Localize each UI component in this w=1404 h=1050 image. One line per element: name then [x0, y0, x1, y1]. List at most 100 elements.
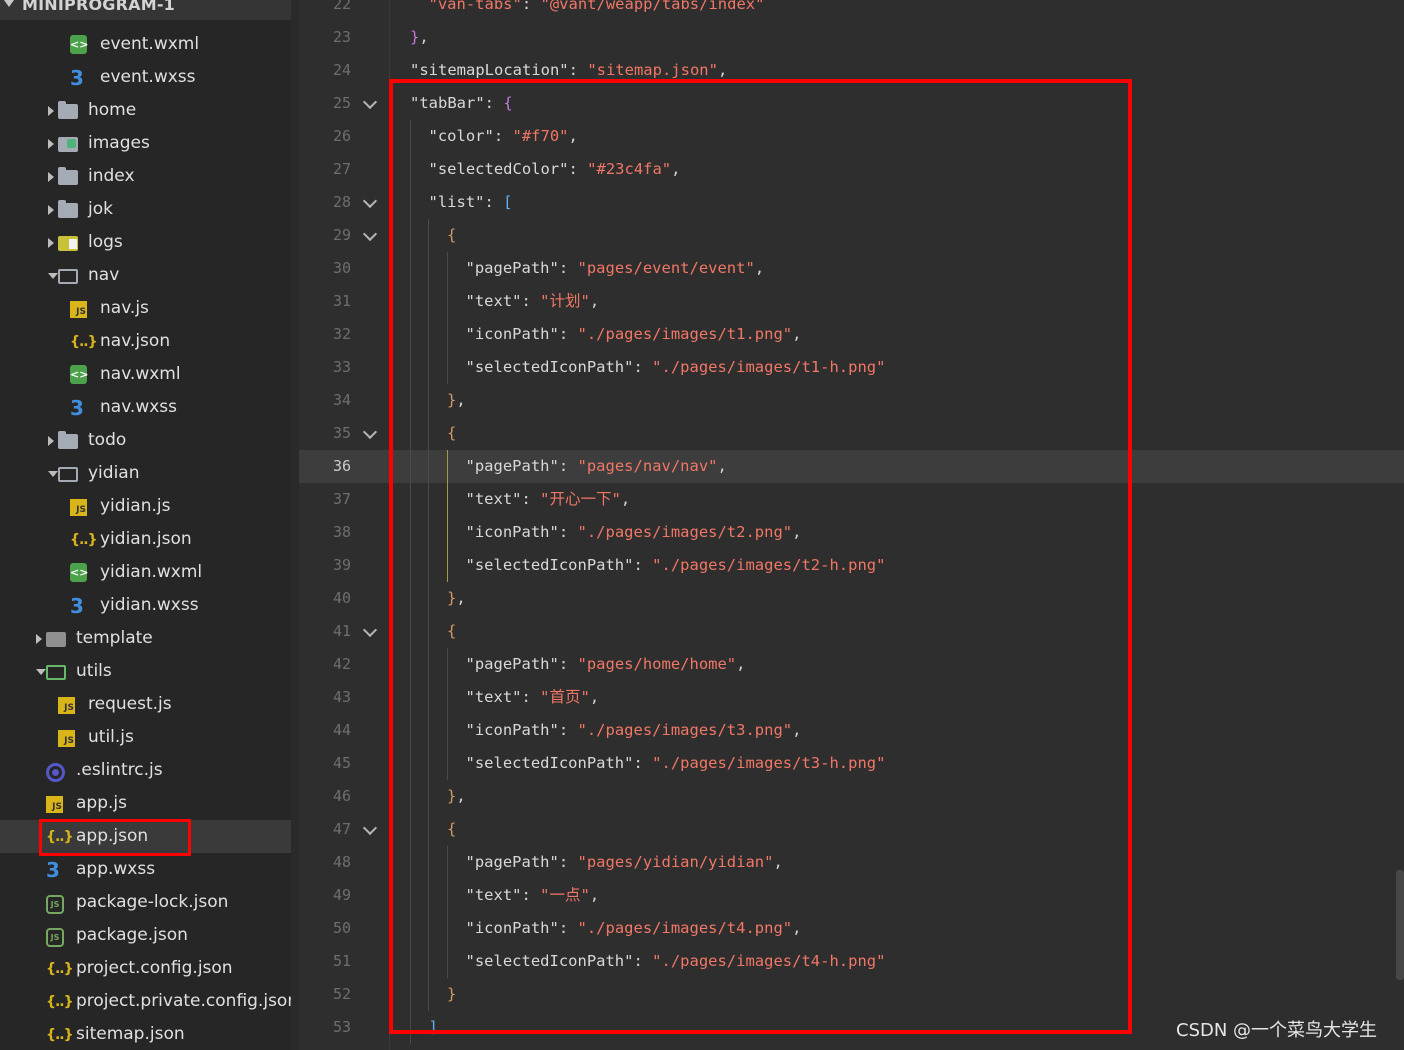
line-number: 45	[332, 754, 351, 772]
wxss-file-icon: 3	[70, 66, 84, 90]
tree-item-app-wxss[interactable]: 3 app.wxss	[0, 853, 291, 886]
chevron-right-icon[interactable]	[48, 139, 54, 149]
tree-item-label: images	[88, 133, 150, 153]
tree-item-label: template	[76, 628, 153, 648]
tree-item-label: event.wxss	[100, 67, 196, 87]
line-number: 27	[332, 160, 351, 178]
panel-divider[interactable]	[291, 0, 299, 1050]
line-number: 35	[332, 424, 351, 442]
line-number: 30	[332, 259, 351, 277]
tree-item-nav-wxss[interactable]: 3 nav.wxss	[0, 391, 291, 424]
chevron-down-icon[interactable]	[48, 273, 58, 279]
tree-item-label: jok	[88, 199, 113, 219]
code-token: "sitemap.json"	[587, 61, 718, 79]
tree-item-project-config-json[interactable]: {..} project.config.json	[0, 952, 291, 985]
tree-item-yidian-js[interactable]: JS yidian.js	[0, 490, 291, 523]
tree-item-util-js[interactable]: JS util.js	[0, 721, 291, 754]
folder-open-icon	[58, 467, 78, 482]
fold-chevron-icon[interactable]	[362, 193, 378, 209]
wxml-file-icon: <>	[70, 35, 88, 54]
logs-folder-icon	[58, 236, 78, 251]
tree-item-package-json[interactable]: JS package.json	[0, 919, 291, 952]
tree-item-nav[interactable]: nav	[0, 259, 291, 292]
line-number: 44	[332, 721, 351, 739]
tree-item-request-js[interactable]: JS request.js	[0, 688, 291, 721]
chevron-down-icon[interactable]	[48, 471, 58, 477]
line-number: 50	[332, 919, 351, 937]
wxml-file-icon: <>	[70, 365, 88, 384]
tree-item-label: .eslintrc.js	[76, 760, 163, 780]
file-explorer-sidebar: MINIPROGRAM-1 <> event.wxml 3 event.wxss hom…	[0, 0, 291, 1050]
tree-item-label: util.js	[88, 727, 134, 747]
tree-item-app-js[interactable]: JS app.js	[0, 787, 291, 820]
tree-item-label: yidian.wxml	[100, 562, 203, 582]
tree-item-yidian[interactable]: yidian	[0, 457, 291, 490]
code-token: ,	[419, 28, 429, 46]
tree-item-jok[interactable]: jok	[0, 193, 291, 226]
tree-item-nav-json[interactable]: {..} nav.json	[0, 325, 291, 358]
tree-item-label: logs	[88, 232, 123, 252]
tree-item-utils[interactable]: utils	[0, 655, 291, 688]
image-folder-icon	[58, 137, 78, 152]
chevron-down-icon[interactable]	[36, 669, 46, 675]
folder-icon	[58, 200, 78, 218]
folder-icon	[58, 167, 78, 185]
fold-chevron-icon[interactable]	[362, 94, 378, 110]
tree-item-event-wxss[interactable]: 3 event.wxss	[0, 61, 291, 94]
tree-item-sitemap-json[interactable]: {..} sitemap.json	[0, 1018, 291, 1050]
chevron-right-icon[interactable]	[48, 238, 54, 248]
line-number: 49	[332, 886, 351, 904]
tree-item-home[interactable]: home	[0, 94, 291, 127]
tree-item-nav-wxml[interactable]: <> nav.wxml	[0, 358, 291, 391]
json-file-icon: {..}	[46, 961, 74, 977]
tree-item-label: yidian.wxss	[100, 595, 199, 615]
tree-item-label: todo	[88, 430, 127, 450]
tree-item-package-lock-json[interactable]: JS package-lock.json	[0, 886, 291, 919]
tree-item-eslintrc-js[interactable]: .eslintrc.js	[0, 754, 291, 787]
tree-item-label: home	[88, 100, 137, 120]
json-file-icon: {..}	[46, 994, 74, 1010]
tree-item-yidian-json[interactable]: {..} yidian.json	[0, 523, 291, 556]
chevron-right-icon[interactable]	[48, 172, 54, 182]
tree-item-images[interactable]: images	[0, 127, 291, 160]
code-text: },	[410, 21, 429, 54]
js-file-icon: JS	[70, 499, 87, 516]
line-number: 23	[332, 28, 351, 46]
scrollbar[interactable]	[1396, 870, 1404, 980]
explorer-header[interactable]: MINIPROGRAM-1	[0, 0, 291, 20]
tree-item-label: nav.wxml	[100, 364, 181, 384]
line-number: 29	[332, 226, 351, 244]
template-folder-icon	[46, 632, 66, 647]
js-file-icon: JS	[58, 697, 75, 714]
fold-chevron-icon[interactable]	[362, 820, 378, 836]
folder-open-icon	[58, 269, 78, 284]
highlight-box-app-json	[39, 819, 191, 856]
tree-item-event-wxml[interactable]: <> event.wxml	[0, 28, 291, 61]
tree-item-logs[interactable]: logs	[0, 226, 291, 259]
chevron-down-icon[interactable]	[4, 0, 14, 7]
code-line[interactable]: 23},	[299, 21, 1404, 54]
tree-item-yidian-wxss[interactable]: 3 yidian.wxss	[0, 589, 291, 622]
tree-item-project-private-config-json[interactable]: {..} project.private.config.json	[0, 985, 291, 1018]
fold-chevron-icon[interactable]	[362, 424, 378, 440]
file-tree: <> event.wxml 3 event.wxss home images index jo…	[0, 28, 291, 1050]
line-number: 39	[332, 556, 351, 574]
code-token: :	[568, 61, 588, 79]
line-number: 37	[332, 490, 351, 508]
tree-item-yidian-wxml[interactable]: <> yidian.wxml	[0, 556, 291, 589]
chevron-right-icon[interactable]	[48, 106, 54, 116]
tree-item-todo[interactable]: todo	[0, 424, 291, 457]
fold-chevron-icon[interactable]	[362, 226, 378, 242]
chevron-right-icon[interactable]	[36, 634, 42, 644]
line-number: 38	[332, 523, 351, 541]
tree-item-template[interactable]: template	[0, 622, 291, 655]
chevron-right-icon[interactable]	[48, 436, 54, 446]
code-token: "sitemapLocation"	[410, 61, 569, 79]
chevron-right-icon[interactable]	[48, 205, 54, 215]
code-line[interactable]: 22 "van-tabs": "@vant/weapp/tabs/index"	[299, 0, 1404, 21]
fold-chevron-icon[interactable]	[362, 622, 378, 638]
tree-item-index[interactable]: index	[0, 160, 291, 193]
json-file-icon: {..}	[70, 334, 98, 350]
tree-item-nav-js[interactable]: JS nav.js	[0, 292, 291, 325]
tree-item-label: nav.js	[100, 298, 149, 318]
